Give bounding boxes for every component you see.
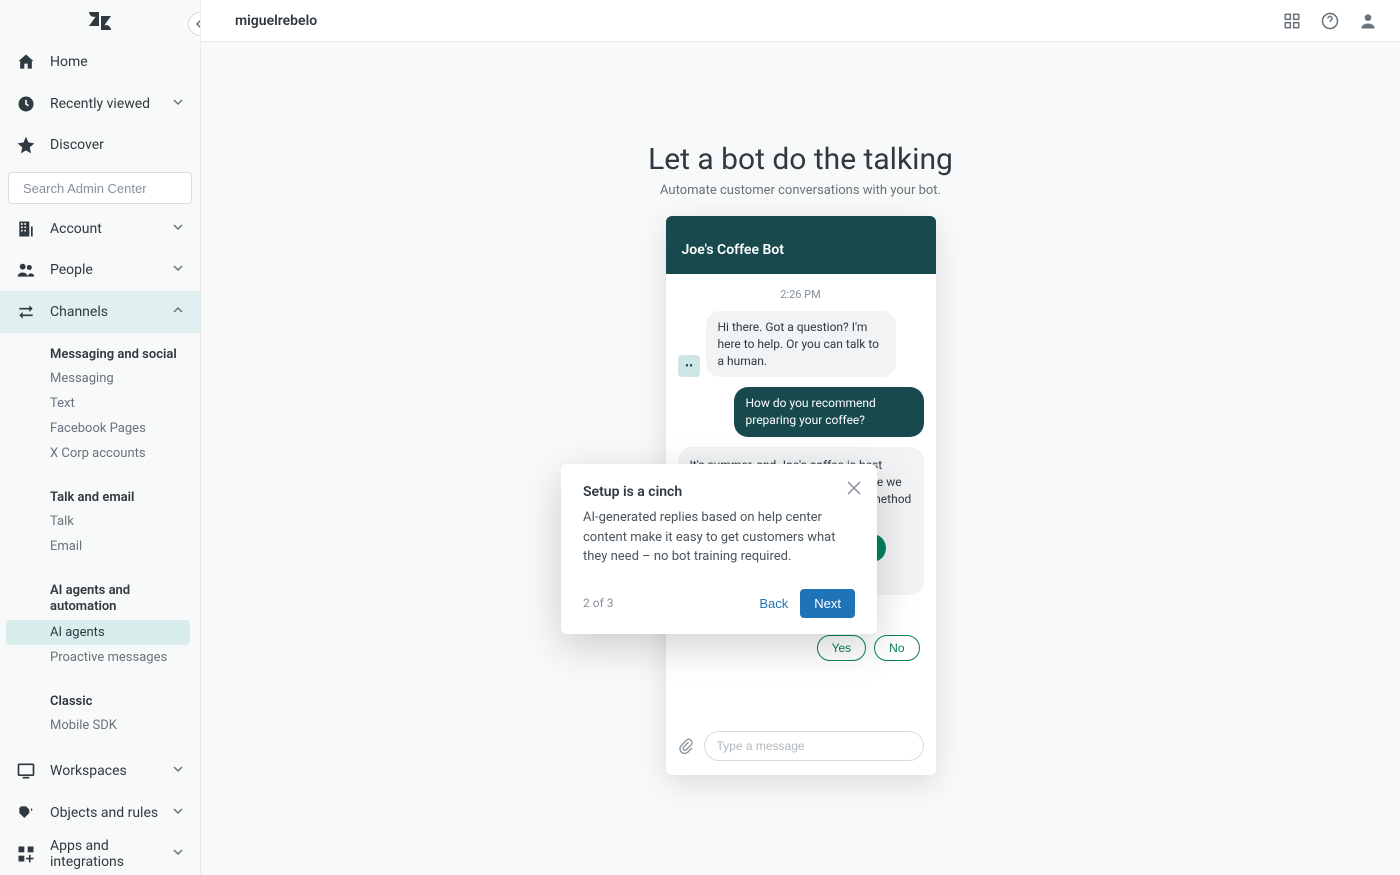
- apps-icon: [16, 844, 36, 864]
- channels-subnav: Messaging and social Messaging Text Face…: [0, 333, 200, 751]
- workspaces-icon: [16, 761, 36, 781]
- sidebar-item-account[interactable]: Account: [0, 208, 200, 250]
- main: miguelrebelo Let a bot do the talking Au…: [201, 0, 1400, 875]
- objects-rules-icon: [16, 803, 36, 823]
- breadcrumb: miguelrebelo: [223, 13, 317, 29]
- chat-row-user-1: How do you recommend preparing your coff…: [678, 387, 924, 437]
- sidebar-item-label: People: [50, 262, 93, 278]
- sidebar-item-label: Channels: [50, 304, 108, 320]
- channels-icon: [16, 302, 36, 322]
- subnav-item-email[interactable]: Email: [0, 534, 190, 559]
- chat-bubble-user: How do you recommend preparing your coff…: [734, 387, 924, 437]
- popover-next-button[interactable]: Next: [800, 589, 855, 618]
- content: Let a bot do the talking Automate custom…: [201, 42, 1400, 875]
- subnav-item-mobile-sdk[interactable]: Mobile SDK: [0, 713, 190, 738]
- sidebar-item-discover[interactable]: Discover: [0, 125, 200, 167]
- people-icon: [16, 260, 36, 280]
- sidebar-item-label: Home: [50, 54, 88, 70]
- subnav-heading-ai-agents: AI agents and automation: [0, 573, 200, 621]
- chat-bubble-bot: Hi there. Got a question? I'm here to he…: [706, 311, 896, 377]
- star-icon: [16, 135, 36, 155]
- popover-step-indicator: 2 of 3: [583, 596, 613, 610]
- chevron-down-icon: [172, 763, 184, 779]
- hero-title: Let a bot do the talking: [201, 142, 1400, 177]
- building-icon: [16, 219, 36, 239]
- subnav-heading-messaging: Messaging and social: [0, 337, 200, 366]
- subnav-item-talk[interactable]: Talk: [0, 509, 190, 534]
- sidebar-item-people[interactable]: People: [0, 249, 200, 291]
- sidebar-item-label: Objects and rules: [50, 805, 158, 821]
- helpful-no-button[interactable]: No: [874, 635, 919, 661]
- subnav-item-proactive-messages[interactable]: Proactive messages: [0, 645, 190, 670]
- close-icon: [847, 481, 861, 495]
- topbar: miguelrebelo: [201, 0, 1400, 42]
- sidebar-item-apps-integrations[interactable]: Apps and integrations: [0, 833, 200, 875]
- sidebar-item-recently-viewed[interactable]: Recently viewed: [0, 83, 200, 125]
- sidebar-item-channels[interactable]: Channels: [0, 291, 200, 333]
- chat-row-bot-1: Hi there. Got a question? I'm here to he…: [678, 311, 924, 377]
- subnav-item-facebook-pages[interactable]: Facebook Pages: [0, 416, 190, 441]
- onboarding-popover: Setup is a cinch AI-generated replies ba…: [561, 464, 877, 634]
- profile-icon[interactable]: [1358, 11, 1378, 31]
- subnav-item-xcorp-accounts[interactable]: X Corp accounts: [0, 441, 190, 466]
- sidebar-item-workspaces[interactable]: Workspaces: [0, 750, 200, 792]
- sidebar-item-label: Workspaces: [50, 763, 127, 779]
- sidebar: Home Recently viewed Discover Account Pe…: [0, 0, 201, 875]
- chevron-down-icon: [172, 221, 184, 237]
- chevron-down-icon: [172, 96, 184, 112]
- sidebar-item-label: Account: [50, 221, 102, 237]
- subnav-item-ai-agents[interactable]: AI agents: [6, 620, 190, 645]
- search-input[interactable]: [23, 181, 199, 196]
- search-box[interactable]: [8, 172, 192, 204]
- sidebar-item-label: Discover: [50, 137, 104, 153]
- hero-subtitle: Automate customer conversations with you…: [201, 183, 1400, 198]
- popover-close-button[interactable]: [847, 480, 861, 499]
- hero: Let a bot do the talking Automate custom…: [201, 142, 1400, 198]
- sidebar-item-label: Recently viewed: [50, 96, 150, 112]
- chevron-down-icon: [172, 805, 184, 821]
- chevron-up-icon: [172, 304, 184, 320]
- clock-icon: [16, 94, 36, 114]
- chat-timestamp: 2:26 PM: [678, 284, 924, 311]
- home-icon: [16, 52, 36, 72]
- attachment-icon[interactable]: [678, 738, 694, 754]
- subnav-heading-talk-email: Talk and email: [0, 480, 200, 509]
- chat-input-row: [666, 721, 936, 775]
- popover-body: AI-generated replies based on help cente…: [583, 508, 855, 567]
- apps-grid-icon[interactable]: [1282, 11, 1302, 31]
- help-icon[interactable]: [1320, 11, 1340, 31]
- popover-back-button[interactable]: Back: [759, 596, 788, 611]
- zendesk-logo[interactable]: [0, 0, 200, 42]
- subnav-item-text[interactable]: Text: [0, 391, 190, 416]
- chat-header: Joe's Coffee Bot: [666, 216, 936, 274]
- subnav-item-messaging[interactable]: Messaging: [0, 366, 190, 391]
- bot-avatar-icon: [678, 355, 700, 377]
- sidebar-item-objects-rules[interactable]: Objects and rules: [0, 792, 200, 834]
- chat-message-input[interactable]: [704, 731, 924, 761]
- chevron-down-icon: [172, 262, 184, 278]
- helpful-yes-button[interactable]: Yes: [817, 635, 867, 661]
- chevron-down-icon: [172, 846, 184, 862]
- sidebar-item-home[interactable]: Home: [0, 42, 200, 84]
- popover-title: Setup is a cinch: [583, 484, 855, 500]
- subnav-heading-classic: Classic: [0, 684, 200, 713]
- sidebar-item-label: Apps and integrations: [50, 838, 184, 870]
